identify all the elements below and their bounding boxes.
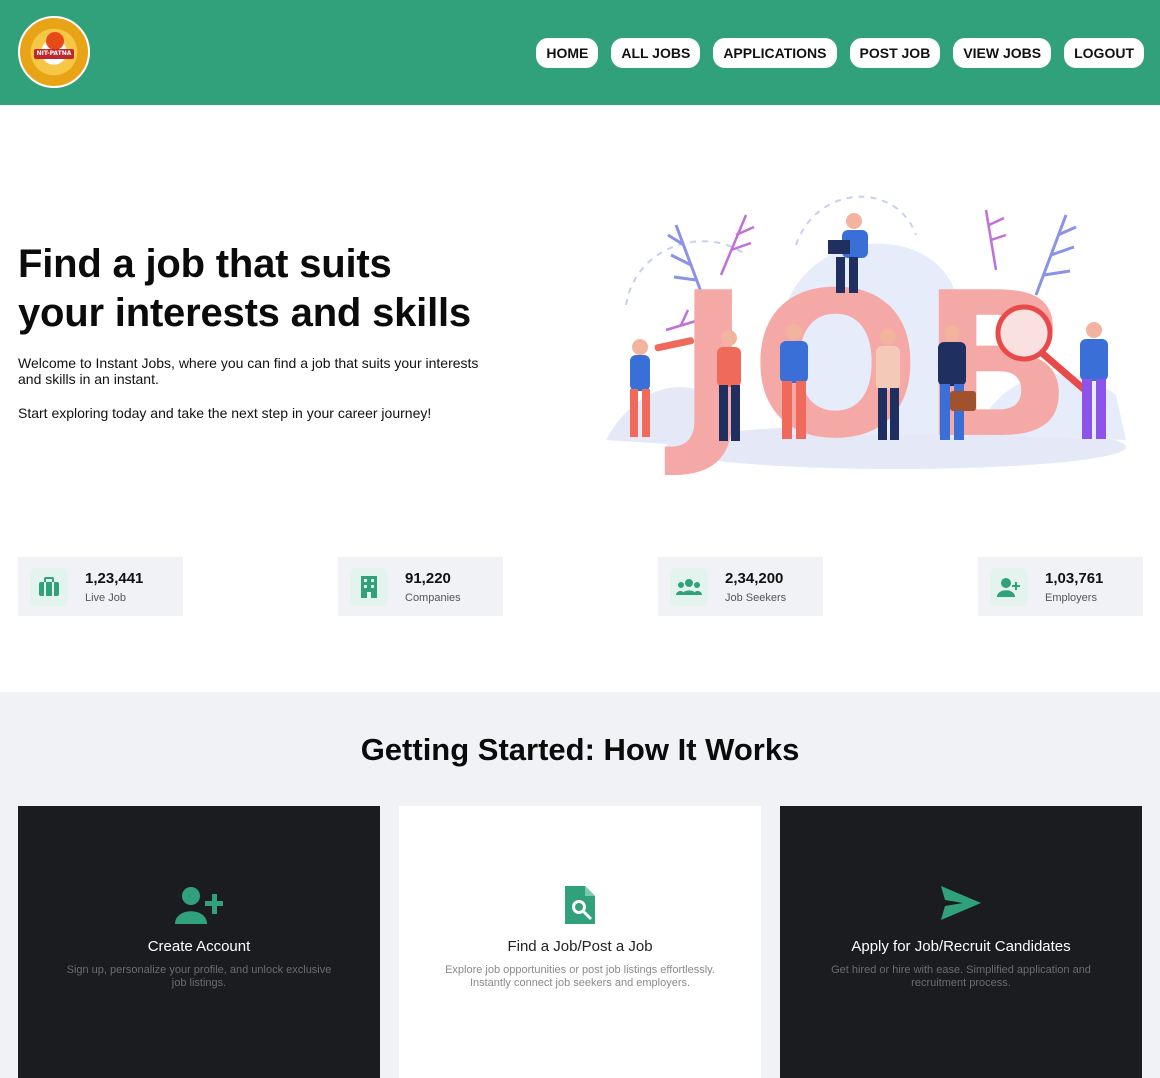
hero-intro: Welcome to Instant Jobs, where you can f… <box>18 355 479 387</box>
stat-live-jobs: 1,23,441 Live Job <box>18 557 183 616</box>
file-search-icon <box>399 886 761 926</box>
card-create-account[interactable]: Create Account Sign up, personalize your… <box>18 806 380 1078</box>
card-title: Apply for Job/Recruit Candidates <box>851 938 1071 955</box>
stat-employers: 1,03,761 Employers <box>978 557 1143 616</box>
stat-companies: 91,220 Companies <box>338 557 503 616</box>
card-title: Find a Job/Post a Job <box>507 938 653 955</box>
nav-view-jobs[interactable]: VIEW JOBS <box>953 38 1052 68</box>
stat-label: Employers <box>1045 592 1097 604</box>
stat-label: Companies <box>405 592 461 604</box>
nav-logout[interactable]: LOGOUT <box>1064 38 1144 68</box>
card-description: Explore job opportunities or post job li… <box>445 964 715 989</box>
nit-patna-logo[interactable]: NIT-PATNA <box>18 16 90 88</box>
send-icon <box>780 886 1142 920</box>
nav-post-job[interactable]: POST JOB <box>849 38 941 68</box>
stat-label: Job Seekers <box>725 592 787 604</box>
card-title: Create Account <box>147 938 251 955</box>
user-plus-icon <box>990 568 1028 606</box>
stat-label: Live Job <box>85 592 126 604</box>
user-plus-icon <box>18 886 380 924</box>
sun-emblem-icon <box>46 32 64 50</box>
card-description: Get hired or hire with ease. Simplified … <box>831 964 1091 989</box>
nav-all-jobs[interactable]: ALL JOBS <box>611 38 701 68</box>
hero-title-line-2: your interests and skills <box>18 291 471 335</box>
job-search-illustration: JOB <box>606 195 1126 475</box>
main-nav: HOME ALL JOBS APPLICATIONS POST JOB VIEW… <box>536 38 1144 68</box>
hero-title: Find a job that suits your interests and… <box>18 240 538 338</box>
nav-applications[interactable]: APPLICATIONS <box>713 38 837 68</box>
stat-value: 1,23,441 <box>85 570 144 587</box>
card-description: Sign up, personalize your profile, and u… <box>66 964 332 989</box>
stat-value: 1,03,761 <box>1045 570 1104 587</box>
hero-title-line-1: Find a job that suits <box>18 242 392 286</box>
stat-job-seekers: 2,34,200 Job Seekers <box>658 557 823 616</box>
hero-cta-text: Start exploring today and take the next … <box>18 405 432 421</box>
stat-value: 91,220 <box>405 570 451 587</box>
briefcase-icon <box>30 568 68 606</box>
top-navbar: NIT-PATNA HOME ALL JOBS APPLICATIONS POS… <box>0 0 1160 105</box>
card-apply-recruit[interactable]: Apply for Job/Recruit Candidates Get hir… <box>780 806 1142 1078</box>
card-find-post-job[interactable]: Find a Job/Post a Job Explore job opport… <box>399 806 761 1078</box>
nav-home[interactable]: HOME <box>536 38 599 68</box>
users-icon <box>670 568 708 606</box>
how-it-works-title: Getting Started: How It Works <box>360 732 800 767</box>
logo-text: NIT-PATNA <box>34 49 74 59</box>
stat-value: 2,34,200 <box>725 570 784 587</box>
building-icon <box>350 568 388 606</box>
